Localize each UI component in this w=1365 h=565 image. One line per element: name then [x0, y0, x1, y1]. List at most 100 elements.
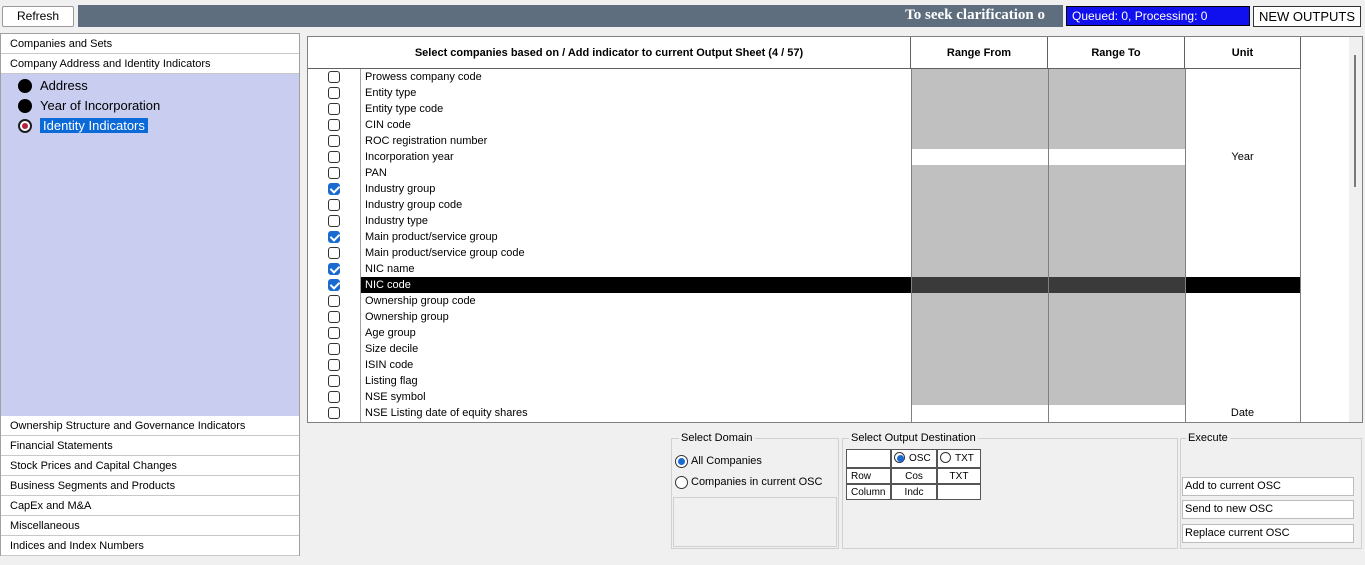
row-checkbox[interactable]	[328, 343, 340, 355]
category-companies-and-sets[interactable]: Companies and Sets	[1, 34, 299, 54]
range-from-cell[interactable]	[912, 149, 1048, 165]
table-row[interactable]: Incorporation year Year	[308, 149, 1300, 165]
table-row[interactable]: NSE symbol	[308, 389, 1300, 405]
table-row[interactable]: Industry group	[308, 181, 1300, 197]
header-indicator[interactable]: Select companies based on / Add indicato…	[308, 37, 911, 69]
table-row[interactable]: Main product/service group	[308, 229, 1300, 245]
osc-option[interactable]: OSC	[891, 449, 937, 468]
range-to-cell	[1049, 341, 1185, 357]
category-row[interactable]: Indices and Index Numbers	[1, 536, 299, 556]
row-highlight	[1186, 277, 1300, 293]
row-checkbox[interactable]	[328, 71, 340, 83]
range-from-cell	[912, 341, 1048, 357]
replace-current-osc-button[interactable]: Replace current OSC	[1182, 524, 1354, 543]
row-label: Ownership group	[365, 311, 449, 323]
all-companies-radio[interactable]	[675, 455, 688, 468]
row-checkbox[interactable]	[328, 103, 340, 115]
all-companies-label: All Companies	[691, 455, 762, 467]
tree-item-identity-indicators[interactable]: Identity Indicators	[18, 116, 148, 135]
companies-in-osc-radio[interactable]	[675, 476, 688, 489]
range-from-cell	[912, 325, 1048, 341]
row-checkbox[interactable]	[328, 391, 340, 403]
txt-option[interactable]: TXT	[937, 449, 981, 468]
row-checkbox[interactable]	[328, 311, 340, 323]
row-checkbox[interactable]	[328, 119, 340, 131]
row-checkbox[interactable]	[328, 295, 340, 307]
table-row[interactable]: Main product/service group code	[308, 245, 1300, 261]
range-from-cell	[912, 293, 1048, 309]
scroll-thumb[interactable]	[1354, 55, 1356, 187]
table-row[interactable]: NIC code	[308, 277, 1300, 293]
category-row[interactable]: CapEx and M&A	[1, 496, 299, 516]
row-label: PAN	[365, 167, 387, 179]
row-label: NSE Listing date of equity shares	[365, 407, 528, 419]
table-row[interactable]: NSE Listing date of equity shares Date	[308, 405, 1300, 421]
vertical-scrollbar[interactable]	[1349, 37, 1362, 422]
column-txt-cell	[937, 484, 981, 500]
clarification-banner: To seek clarification o	[78, 5, 1063, 27]
header-range-from[interactable]: Range From	[911, 37, 1048, 69]
range-from-cell	[912, 229, 1048, 245]
category-row[interactable]: Financial Statements	[1, 436, 299, 456]
row-checkbox[interactable]	[328, 327, 340, 339]
table-row[interactable]: Listing flag	[308, 373, 1300, 389]
row-checkbox[interactable]	[328, 359, 340, 371]
table-row[interactable]: Ownership group	[308, 309, 1300, 325]
header-range-to[interactable]: Range To	[1048, 37, 1185, 69]
table-row[interactable]: PAN	[308, 165, 1300, 181]
category-row[interactable]: Business Segments and Products	[1, 476, 299, 496]
range-to-cell[interactable]	[1049, 149, 1185, 165]
range-to-cell	[1049, 357, 1185, 373]
row-checkbox[interactable]	[328, 231, 340, 243]
header-unit[interactable]: Unit	[1185, 37, 1301, 69]
send-to-new-osc-button[interactable]: Send to new OSC	[1182, 500, 1354, 519]
range-from-cell	[912, 373, 1048, 389]
row-checkbox[interactable]	[328, 247, 340, 259]
category-row[interactable]: Ownership Structure and Governance Indic…	[1, 416, 299, 436]
table-row[interactable]: Entity type	[308, 85, 1300, 101]
row-checkbox[interactable]	[328, 407, 340, 419]
table-row[interactable]: CIN code	[308, 117, 1300, 133]
row-checkbox[interactable]	[328, 183, 340, 195]
row-checkbox[interactable]	[328, 279, 340, 291]
table-row[interactable]: Industry group code	[308, 197, 1300, 213]
tree-item-address[interactable]: Address	[18, 76, 88, 95]
refresh-button[interactable]: Refresh	[2, 6, 74, 27]
table-row[interactable]: Prowess company code	[308, 69, 1300, 85]
range-from-cell[interactable]	[912, 405, 1048, 421]
row-checkbox[interactable]	[328, 135, 340, 147]
table-row[interactable]: Industry type	[308, 213, 1300, 229]
row-txt-cell: TXT	[937, 468, 981, 484]
row-checkbox[interactable]	[328, 87, 340, 99]
range-to-cell	[1049, 69, 1185, 85]
row-checkbox[interactable]	[328, 263, 340, 275]
category-row[interactable]: Miscellaneous	[1, 516, 299, 536]
table-row[interactable]: ROC registration number	[308, 133, 1300, 149]
top-toolbar: Refresh To seek clarification o Queued: …	[0, 0, 1365, 32]
table-row[interactable]: Size decile	[308, 341, 1300, 357]
range-to-cell	[1049, 133, 1185, 149]
range-to-cell	[1049, 325, 1185, 341]
txt-radio[interactable]	[940, 452, 951, 463]
table-row[interactable]: NIC name	[308, 261, 1300, 277]
row-checkbox[interactable]	[328, 167, 340, 179]
range-to-cell[interactable]	[1049, 405, 1185, 421]
range-from-cell	[912, 261, 1048, 277]
category-address-identity[interactable]: Company Address and Identity Indicators	[1, 54, 299, 74]
new-outputs-button[interactable]: NEW OUTPUTS	[1253, 6, 1361, 27]
row-checkbox[interactable]	[328, 375, 340, 387]
table-row[interactable]: Age group	[308, 325, 1300, 341]
range-from-cell	[912, 69, 1048, 85]
range-from-cell	[912, 309, 1048, 325]
osc-radio[interactable]	[894, 452, 905, 463]
row-checkbox[interactable]	[328, 199, 340, 211]
table-row[interactable]: Entity type code	[308, 101, 1300, 117]
table-row[interactable]: ISIN code	[308, 357, 1300, 373]
row-checkbox[interactable]	[328, 215, 340, 227]
category-row[interactable]: Stock Prices and Capital Changes	[1, 456, 299, 476]
table-row[interactable]: Ownership group code	[308, 293, 1300, 309]
add-to-current-osc-button[interactable]: Add to current OSC	[1182, 477, 1354, 496]
row-label: Industry group	[365, 183, 436, 195]
row-checkbox[interactable]	[328, 151, 340, 163]
tree-item-year-of-incorporation[interactable]: Year of Incorporation	[18, 96, 160, 115]
